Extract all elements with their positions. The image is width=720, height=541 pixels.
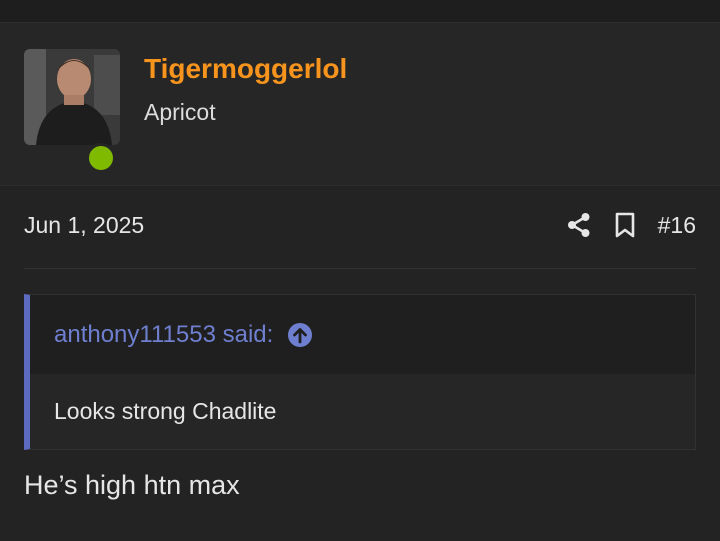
user-title: Apricot <box>144 99 216 125</box>
divider <box>24 268 696 269</box>
online-status-indicator <box>86 143 116 173</box>
quote-header[interactable]: anthony111553 said: <box>30 295 695 374</box>
post-user-header: Tigermoggerlol Apricot <box>0 23 720 208</box>
post-message: He’s high htn max <box>24 470 240 500</box>
avatar-image <box>24 49 120 145</box>
bookmark-icon <box>615 212 634 238</box>
header-pointer <box>56 186 92 208</box>
arrow-up-circle-icon[interactable] <box>287 322 313 348</box>
bookmark-button[interactable] <box>614 212 636 238</box>
quote-text: Looks strong Chadlite <box>30 374 695 449</box>
share-button[interactable] <box>566 212 592 238</box>
post-actions: #16 <box>566 208 696 242</box>
post-date[interactable]: Jun 1, 2025 <box>24 212 144 239</box>
quote-author[interactable]: anthony111553 said: <box>54 321 273 349</box>
share-icon <box>567 213 590 237</box>
post-number-link[interactable]: #16 <box>658 212 696 239</box>
avatar[interactable] <box>24 49 120 145</box>
top-bar <box>0 0 720 23</box>
quote-block: anthony111553 said: Looks strong Chadlit… <box>24 294 696 450</box>
username-link[interactable]: Tigermoggerlol <box>144 53 347 85</box>
